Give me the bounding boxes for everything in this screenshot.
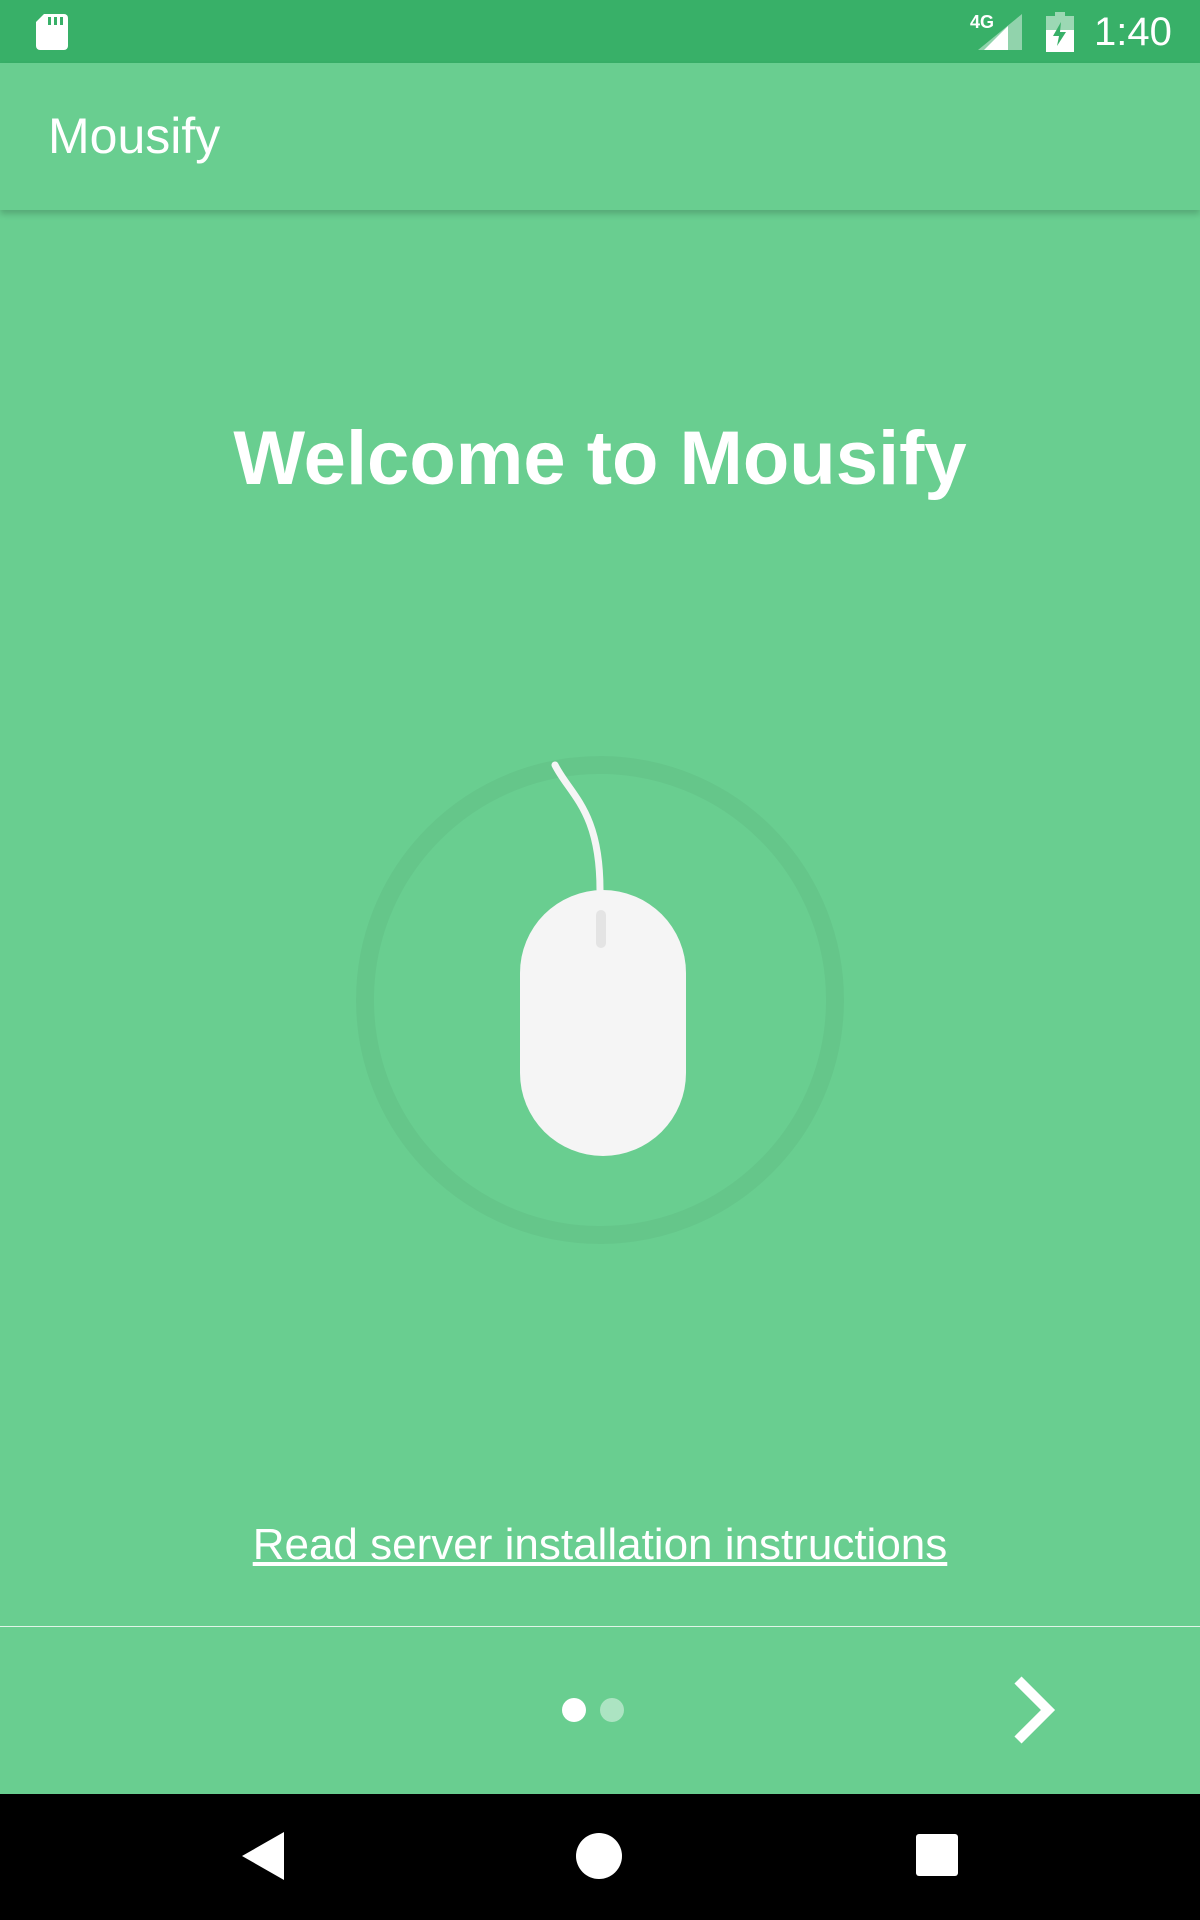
status-bar: 4G 1:40	[0, 0, 1200, 63]
system-nav-bar	[0, 1794, 1200, 1920]
chevron-right-icon[interactable]	[1000, 1670, 1080, 1750]
app-title: Mousify	[48, 108, 221, 164]
back-icon[interactable]	[240, 1830, 288, 1882]
app-bar: Mousify	[0, 63, 1200, 210]
signal-icon	[978, 14, 1022, 50]
sd-card-icon	[36, 14, 68, 50]
battery-charging-icon	[1046, 12, 1074, 52]
page-dot-active	[562, 1698, 586, 1722]
computer-mouse-icon	[520, 761, 686, 1156]
home-icon[interactable]	[575, 1832, 623, 1880]
welcome-heading: Welcome to Mousify	[233, 416, 967, 501]
clock: 1:40	[1094, 10, 1172, 54]
recents-icon[interactable]	[914, 1832, 960, 1878]
page-dot-inactive	[600, 1698, 624, 1722]
divider	[0, 1626, 1200, 1627]
server-instructions-link[interactable]: Read server installation instructions	[0, 1520, 1200, 1570]
